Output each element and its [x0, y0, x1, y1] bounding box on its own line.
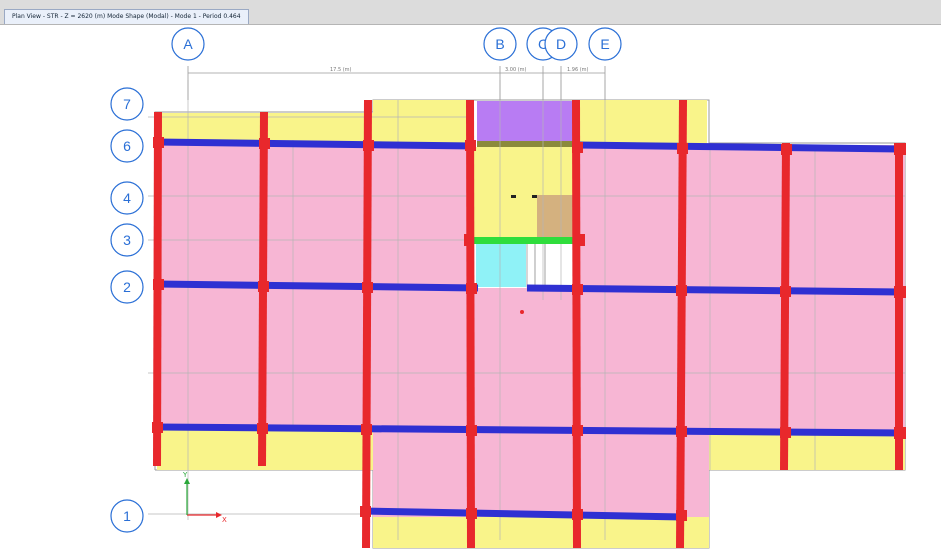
grid-bubble-1[interactable]: 1: [110, 499, 144, 533]
beam-row-2-left: [156, 280, 479, 292]
grid-bubble-7-label: 7: [123, 96, 131, 112]
grid-bubble-d[interactable]: D: [544, 27, 578, 61]
column-line-3: [362, 99, 372, 549]
grid-bubble-d-label: D: [556, 36, 566, 52]
white-opening-region: [526, 242, 575, 288]
grid-bubble-e[interactable]: E: [588, 27, 622, 61]
column-line-7: [780, 142, 790, 471]
grid-bubble-6[interactable]: 6: [110, 129, 144, 163]
grid-bubble-b-label: B: [495, 36, 504, 52]
x-axis-label: X: [222, 516, 227, 524]
center-of-mass-marker: [520, 310, 524, 314]
axis-triad: X Y: [182, 471, 227, 524]
column-line-5: [572, 99, 581, 549]
window-title-bar: Plan View - STR - Z = 2620 (m) Mode Shap…: [0, 0, 941, 25]
etabs-plan-window: Plan View - STR - Z = 2620 (m) Mode Shap…: [0, 0, 941, 550]
grid-bubble-2-label: 2: [123, 279, 131, 295]
cyan-opening-region: [476, 243, 526, 287]
grid-bubble-b[interactable]: B: [483, 27, 517, 61]
grid-bubble-2[interactable]: 2: [110, 270, 144, 304]
grid-bubble-a[interactable]: A: [171, 27, 205, 61]
dimension-c-to-e: 1.96 (m): [567, 67, 589, 73]
dimension-lines: [187, 66, 606, 100]
y-axis-label: Y: [182, 471, 188, 479]
dimension-a-to-b: 17.5 (m): [330, 67, 352, 73]
grid-bubble-4-label: 4: [123, 190, 131, 206]
purple-wall-region: [477, 101, 574, 144]
grid-bubble-1-label: 1: [123, 508, 131, 524]
grid-bubble-a-label: A: [183, 36, 193, 52]
plan-view-tab[interactable]: Plan View - STR - Z = 2620 (m) Mode Shap…: [4, 9, 249, 24]
column-line-4: [466, 99, 475, 549]
plan-view-canvas[interactable]: 17.5 (m) 3.00 (m) 1.96 (m) A B C D E 7 6…: [0, 25, 941, 550]
grid-bubble-6-label: 6: [123, 138, 131, 154]
grid-bubble-e-label: E: [600, 36, 609, 52]
green-beam: [468, 237, 582, 244]
plan-view-tab-label: Plan View - STR - Z = 2620 (m) Mode Shap…: [12, 13, 241, 20]
column-line-6: [676, 99, 687, 549]
grid-bubble-4[interactable]: 4: [110, 181, 144, 215]
grid-bubble-3[interactable]: 3: [110, 223, 144, 257]
dimension-b-to-c: 3.00 (m): [505, 67, 527, 73]
grid-bubble-7[interactable]: 7: [110, 87, 144, 121]
olive-beam-strip: [477, 141, 574, 147]
beam-row-6-left: [156, 138, 476, 150]
beam-row-6-right: [577, 141, 901, 153]
grid-bubble-3-label: 3: [123, 232, 131, 248]
